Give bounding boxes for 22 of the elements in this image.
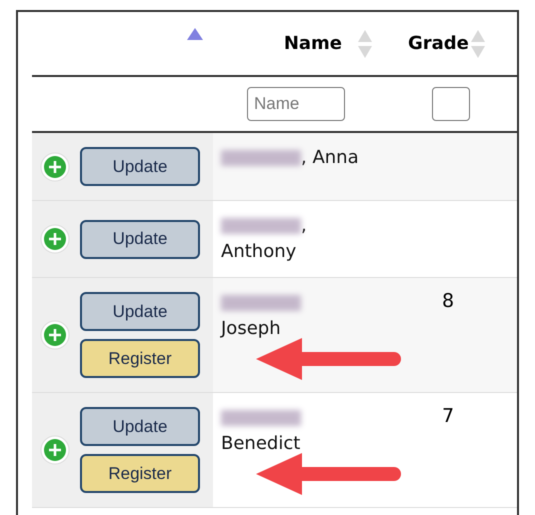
grade-text: 7 <box>442 405 454 427</box>
update-button[interactable]: Update <box>80 407 200 446</box>
update-button[interactable]: Update <box>80 220 200 258</box>
first-name-text: Joseph <box>221 317 281 341</box>
first-name-text: Anthony <box>221 240 296 264</box>
name-filter-field[interactable]: Name <box>247 87 345 121</box>
add-icon[interactable] <box>40 435 70 465</box>
add-icon[interactable] <box>40 320 70 350</box>
grade-text: 8 <box>442 290 454 312</box>
column-header[interactable]: Name <box>284 33 342 54</box>
update-button[interactable]: Update <box>80 292 200 331</box>
first-name-text: Benedict <box>221 432 300 456</box>
grade-filter-checkbox[interactable] <box>432 87 470 121</box>
name-text: , <box>301 215 307 236</box>
update-button[interactable]: Update <box>80 147 200 186</box>
name-text: , Anna <box>301 147 359 168</box>
sort-ascending-icon[interactable] <box>187 28 203 40</box>
register-button[interactable]: Register <box>80 454 200 493</box>
add-icon[interactable] <box>40 224 70 254</box>
register-button[interactable]: Register <box>80 339 200 378</box>
add-icon[interactable] <box>40 152 70 182</box>
column-header[interactable]: Grade <box>408 33 469 54</box>
